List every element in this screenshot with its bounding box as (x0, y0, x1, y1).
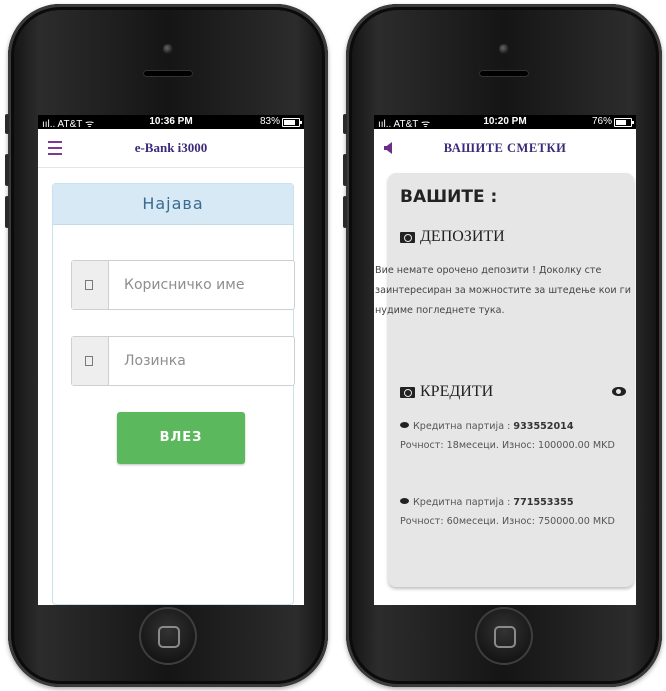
eye-icon[interactable] (612, 387, 626, 396)
volume-up-button (5, 154, 9, 186)
status-bar: ııl.. AT&T ᯤ 10:20 PM 76% (374, 115, 636, 130)
credit-item[interactable]: Кредитна партија : 771553355 Рочност: 60… (400, 493, 632, 531)
credit-item[interactable]: Кредитна партија : 933552014 Рочност: 18… (400, 417, 632, 455)
volume-down-button (5, 196, 9, 228)
login-button[interactable]: ВЛЕЗ (117, 412, 245, 464)
battery-icon (282, 118, 302, 127)
money-icon (400, 387, 415, 398)
page-title: ВАШИТЕ СМЕТКИ (443, 141, 567, 155)
mute-switch (343, 114, 347, 134)
home-button[interactable] (139, 607, 197, 665)
deposits-note[interactable]: Вие немате орочено депозити ! Доколку ст… (375, 261, 636, 321)
credit-details: Рочност: 60месеци. Износ: 750000.00 MKD (400, 516, 615, 527)
battery-icon (614, 118, 634, 127)
user-icon-addon (72, 261, 109, 309)
accounts-heading: ВАШИТЕ : (400, 187, 498, 207)
credits-section-title: КРЕДИТИ (400, 383, 493, 401)
credit-label: Кредитна партија : (413, 497, 511, 508)
earpiece-speaker (479, 70, 529, 77)
battery-percent: 76% (591, 116, 612, 127)
eye-icon (400, 498, 409, 504)
password-field[interactable]: Лозинка (71, 336, 295, 386)
front-camera (163, 44, 173, 54)
app-title: e-Bank i3000 (134, 140, 208, 155)
earpiece-speaker (143, 70, 193, 77)
eye-icon (400, 422, 409, 428)
lock-icon (85, 356, 93, 366)
mute-switch (5, 114, 9, 134)
credit-number: 933552014 (513, 421, 574, 432)
accounts-card: ВАШИТЕ : ДЕПОЗИТИ Вие немате орочено деп… (375, 173, 634, 587)
app-header: e-Bank i3000 (38, 129, 304, 168)
credit-details: Рочност: 18месеци. Износ: 100000.00 MKD (400, 440, 615, 451)
user-icon (85, 280, 93, 290)
deposits-section-title: ДЕПОЗИТИ (400, 228, 505, 246)
username-field[interactable]: Корисничко име (71, 260, 295, 310)
deposits-title: ДЕПОЗИТИ (420, 228, 505, 245)
left-phone: ııl.. AT&T ᯤ 10:36 PM 83% e-Bank i3000 Н… (5, 4, 328, 687)
left-screen: ııl.. AT&T ᯤ 10:36 PM 83% e-Bank i3000 Н… (38, 115, 304, 605)
status-bar: ııl.. AT&T ᯤ 10:36 PM 83% (38, 115, 304, 130)
front-camera (499, 44, 509, 54)
username-placeholder: Корисничко име (124, 277, 245, 293)
login-panel: Најава Корисничко име Лозинка ВЛЕЗ (52, 183, 295, 605)
right-screen: ııl.. AT&T ᯤ 10:20 PM 76% ВАШИТЕ СМЕТКИ … (374, 115, 636, 605)
credit-number: 771553355 (513, 497, 574, 508)
login-title: Најава (53, 184, 293, 225)
right-phone: ııl.. AT&T ᯤ 10:20 PM 76% ВАШИТЕ СМЕТКИ … (343, 4, 662, 687)
battery-percent: 83% (259, 116, 280, 127)
app-header: ВАШИТЕ СМЕТКИ (374, 129, 636, 167)
credits-title: КРЕДИТИ (420, 383, 494, 400)
money-icon (400, 232, 415, 243)
lock-icon-addon (72, 337, 109, 385)
home-button[interactable] (475, 607, 533, 665)
password-placeholder: Лозинка (124, 353, 186, 369)
volume-up-button (343, 154, 347, 186)
volume-down-button (343, 196, 347, 228)
credit-label: Кредитна партија : (413, 421, 511, 432)
